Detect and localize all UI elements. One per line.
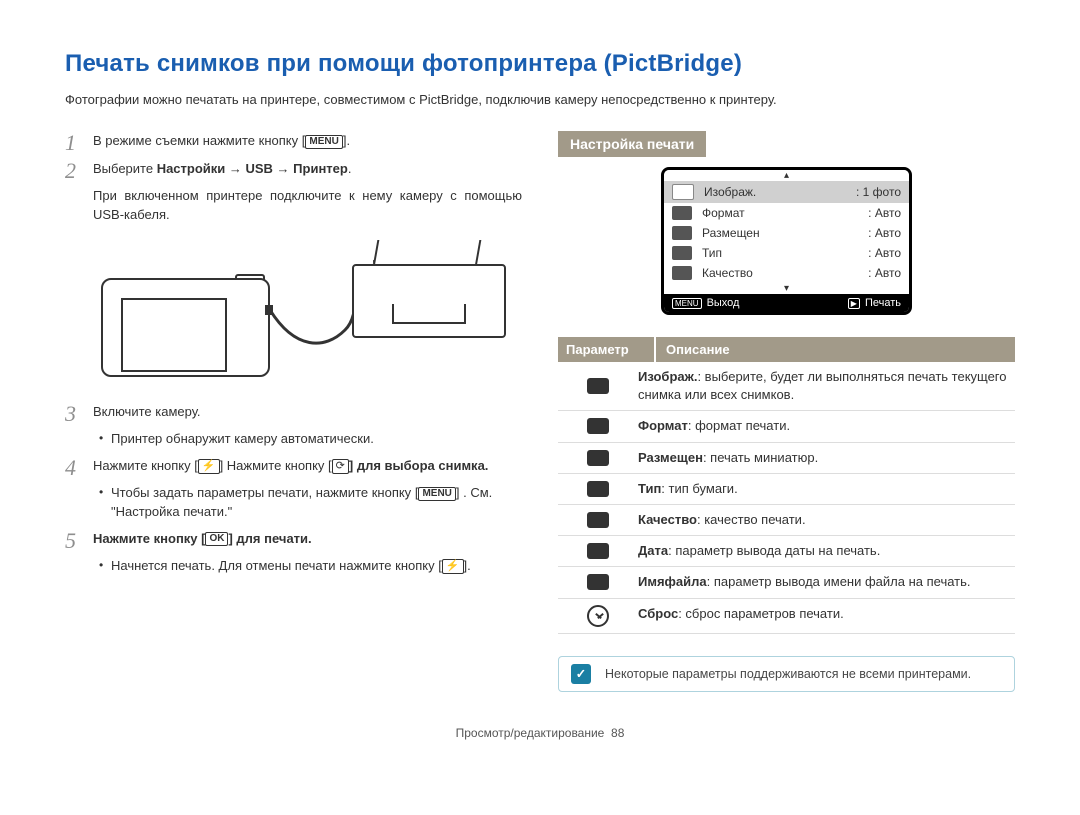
param-row-icon	[587, 418, 609, 434]
step-2-pre: Выберите	[93, 161, 157, 176]
screen-row-label: Размещен	[702, 226, 858, 240]
screen-row: Качество Авто	[664, 263, 909, 283]
step-number: 2	[65, 159, 93, 183]
step-1-tail: .	[346, 133, 350, 148]
ok-icon: OK	[205, 532, 228, 546]
screen-row-label: Формат	[702, 206, 858, 220]
step-2: 2 Выберите Настройки → USB → Принтер.	[65, 159, 522, 183]
step-5: 5 Нажмите кнопку [OK] для печати.	[65, 529, 522, 553]
screen-row-icon	[672, 206, 692, 220]
footer-page: 88	[611, 726, 624, 740]
screen-row-value: Авто	[868, 266, 901, 280]
screen-row: Тип Авто	[664, 243, 909, 263]
intro-text: Фотографии можно печатать на принтере, с…	[65, 92, 1015, 107]
step-3-bullet: Принтер обнаружит камеру автоматически.	[99, 430, 522, 448]
check-icon: ✓	[571, 664, 591, 684]
page-footer: Просмотр/редактирование 88	[65, 726, 1015, 740]
step-2-note: При включенном принтере подключите к нем…	[93, 187, 522, 223]
screen-row: Формат Авто	[664, 203, 909, 223]
note-text: Некоторые параметры поддерживаются не вс…	[605, 667, 971, 681]
screen-row-icon	[672, 266, 692, 280]
screen-row-value: Авто	[868, 206, 901, 220]
step-4: 4 Нажмите кнопку [⚡] Нажмите кнопку [⟳] …	[65, 456, 522, 480]
step-1-text: В режиме съемки нажмите кнопку	[93, 133, 302, 148]
param-row-icon	[587, 481, 609, 497]
step-4-mid: ] Нажмите кнопку [	[220, 458, 332, 473]
step-3: 3 Включите камеру.	[65, 402, 522, 426]
flash-icon: ⚡	[198, 459, 220, 474]
param-row: Имяфайла: параметр вывода имени файла на…	[558, 567, 1015, 598]
step-4-tail: ] для выбора снимка.	[349, 458, 489, 473]
param-row-icon	[587, 574, 609, 590]
screen-row-label: Тип	[702, 246, 858, 260]
param-row: Качество: качество печати.	[558, 505, 1015, 536]
param-row-icon	[587, 378, 609, 394]
step-number: 5	[65, 529, 93, 553]
param-row: Формат: формат печати.	[558, 411, 1015, 442]
param-row-desc: Имяфайла: параметр вывода имени файла на…	[638, 573, 1015, 591]
param-row: Размещен: печать миниатюр.	[558, 443, 1015, 474]
menu-icon: MENU	[305, 135, 342, 149]
screen-footer-exit: Выход	[707, 297, 740, 309]
screen-footer-print: Печать	[865, 297, 901, 309]
footer-section: Просмотр/редактирование	[456, 726, 605, 740]
param-row: Изображ.: выберите, будет ли выполняться…	[558, 362, 1015, 411]
screen-row-icon	[672, 184, 694, 200]
param-row: Тип: тип бумаги.	[558, 474, 1015, 505]
param-row-desc: Дата: параметр вывода даты на печать.	[638, 542, 1015, 560]
print-setup-heading: Настройка печати	[558, 131, 706, 157]
screen-row-value: Авто	[868, 226, 901, 240]
page-title: Печать снимков при помощи фотопринтера (…	[65, 50, 1015, 78]
screen-row-icon	[672, 246, 692, 260]
camera-printer-illustration	[93, 240, 522, 380]
param-row-desc: Формат: формат печати.	[638, 417, 1015, 435]
timer-icon: ⟳	[332, 459, 349, 474]
screen-row-value: Авто	[868, 246, 901, 260]
step-4-bullet: Чтобы задать параметры печати, нажмите к…	[99, 484, 522, 520]
camera-drawing	[93, 270, 273, 380]
flash-icon: ⚡	[442, 559, 464, 574]
screen-row-label: Изображ.	[704, 185, 846, 199]
screen-row-icon	[672, 226, 692, 240]
step-number: 4	[65, 456, 93, 480]
play-chip-icon: ▶	[848, 298, 860, 309]
param-row-icon	[587, 450, 609, 466]
menu-icon: MENU	[418, 487, 455, 501]
th-desc: Описание	[656, 337, 1015, 362]
step-number: 3	[65, 402, 93, 426]
param-row-desc: Размещен: печать миниатюр.	[638, 449, 1015, 467]
step-2-path: Настройки → USB → Принтер	[157, 161, 348, 176]
params-table-header: Параметр Описание	[558, 337, 1015, 362]
step-3-text: Включите камеру.	[93, 402, 522, 426]
param-row-icon	[587, 605, 609, 627]
screen-row-value: 1 фото	[856, 185, 901, 199]
param-row-desc: Качество: качество печати.	[638, 511, 1015, 529]
param-row-desc: Сброс: сброс параметров печати.	[638, 605, 1015, 627]
step-5-pre: Нажмите кнопку [	[93, 531, 205, 546]
screen-row: Размещен Авто	[664, 223, 909, 243]
note-box: ✓ Некоторые параметры поддерживаются не …	[558, 656, 1015, 692]
step-5-bullet: Начнется печать. Для отмены печати нажми…	[99, 557, 522, 575]
printer-drawing	[352, 240, 522, 350]
param-row: Сброс: сброс параметров печати.	[558, 599, 1015, 634]
param-row-desc: Тип: тип бумаги.	[638, 480, 1015, 498]
param-row-desc: Изображ.: выберите, будет ли выполняться…	[638, 368, 1015, 404]
param-row: Дата: параметр вывода даты на печать.	[558, 536, 1015, 567]
param-row-icon	[587, 543, 609, 559]
step-number: 1	[65, 131, 93, 155]
screen-row-label: Качество	[702, 266, 858, 280]
step-5-tail: ] для печати.	[228, 531, 311, 546]
step-2-tail: .	[348, 161, 352, 176]
th-param: Параметр	[558, 337, 656, 362]
param-row-icon	[587, 512, 609, 528]
menu-chip-icon: MENU	[672, 298, 702, 309]
step-4-pre: Нажмите кнопку [	[93, 458, 198, 473]
step-1: 1 В режиме съемки нажмите кнопку [MENU].	[65, 131, 522, 155]
camera-screen-preview: ▴ Изображ.1 фотоФорматАвтоРазмещенАвтоТи…	[661, 167, 912, 315]
screen-row: Изображ. 1 фото	[664, 181, 909, 203]
